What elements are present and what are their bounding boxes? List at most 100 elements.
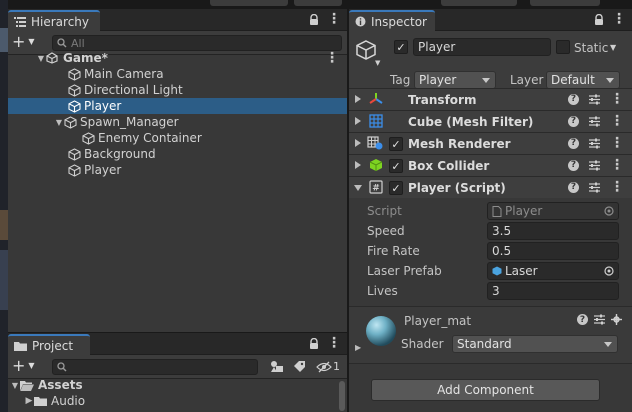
presets-icon[interactable] bbox=[589, 160, 600, 171]
presets-icon[interactable] bbox=[594, 314, 605, 325]
material-sphere-preview[interactable] bbox=[365, 315, 397, 347]
hidden-count: 1 bbox=[333, 360, 340, 373]
plus-icon: + bbox=[12, 356, 26, 375]
plus-icon: + bbox=[12, 32, 26, 51]
gameobject-cube-icon bbox=[82, 131, 95, 145]
tag-dropdown[interactable]: Player bbox=[414, 71, 496, 89]
help-icon[interactable]: ? bbox=[568, 181, 579, 193]
collapse-arrow-icon[interactable]: ▶ bbox=[24, 396, 34, 406]
gear-icon[interactable] bbox=[611, 314, 622, 325]
layer-dropdown[interactable]: Default bbox=[546, 71, 620, 89]
project-tab[interactable]: Project bbox=[8, 334, 90, 355]
box-collider-enabled-checkbox[interactable]: ✓ bbox=[389, 159, 403, 173]
help-icon[interactable]: ? bbox=[568, 115, 579, 127]
chevron-down-icon bbox=[604, 342, 612, 347]
icon-dropdown-caret[interactable]: ▼ bbox=[375, 59, 380, 67]
search-placeholder: All bbox=[71, 36, 85, 50]
gameobject-cube-icon bbox=[68, 67, 81, 81]
more-options-icon[interactable]: ⋮ bbox=[610, 180, 624, 194]
expand-arrow-icon[interactable]: ▼ bbox=[10, 381, 20, 390]
help-icon[interactable]: ? bbox=[568, 93, 579, 105]
project-item-audio[interactable]: ▶ Audio bbox=[8, 393, 347, 409]
hierarchy-search-input[interactable]: All bbox=[52, 35, 342, 51]
filter-by-label-icon[interactable] bbox=[293, 360, 306, 373]
more-options-icon[interactable]: ⋮ bbox=[610, 158, 624, 172]
hidden-packages-toggle[interactable]: 1 bbox=[316, 360, 340, 373]
lock-icon[interactable] bbox=[309, 337, 319, 349]
presets-icon[interactable] bbox=[589, 182, 600, 193]
hierarchy-item-spawn-manager[interactable]: ▼ Spawn_Manager bbox=[8, 114, 347, 130]
collapse-arrow-icon[interactable] bbox=[355, 161, 361, 169]
hierarchy-tab[interactable]: Hierarchy bbox=[8, 10, 100, 31]
hierarchy-scene-row[interactable]: ▼ Game* ⋮ bbox=[8, 50, 347, 66]
more-options-icon[interactable]: ⋮ bbox=[610, 92, 624, 106]
more-options-icon[interactable]: ⋮ bbox=[612, 12, 626, 26]
hierarchy-item-player[interactable]: Player bbox=[8, 162, 347, 178]
object-picker-icon[interactable] bbox=[604, 266, 614, 276]
component-transform[interactable]: Transform ? ⋮ bbox=[349, 88, 632, 110]
active-checkbox[interactable]: ✓ bbox=[394, 40, 408, 54]
help-icon[interactable]: ? bbox=[568, 137, 579, 149]
tag-value: Player bbox=[419, 73, 457, 87]
hierarchy-item-directional-light[interactable]: Directional Light bbox=[8, 82, 347, 98]
static-label[interactable]: Static bbox=[574, 41, 608, 55]
fire-rate-field[interactable]: 0.5 bbox=[487, 242, 619, 260]
object-name-field[interactable]: Player bbox=[413, 38, 551, 56]
collapse-arrow-icon[interactable] bbox=[355, 139, 361, 147]
laser-prefab-value: Laser bbox=[505, 264, 538, 278]
speed-field[interactable]: 3.5 bbox=[487, 222, 619, 240]
gameobject-cube-icon[interactable] bbox=[355, 39, 377, 61]
help-icon[interactable]: ? bbox=[577, 314, 588, 325]
add-component-button[interactable]: Add Component bbox=[371, 379, 600, 401]
more-options-icon[interactable]: ⋮ bbox=[327, 336, 341, 350]
component-mesh-filter[interactable]: Cube (Mesh Filter) ? ⋮ bbox=[349, 110, 632, 132]
scene-options-icon[interactable]: ⋮ bbox=[325, 51, 339, 65]
create-dropdown-button[interactable]: + ▼ bbox=[12, 358, 35, 374]
expand-arrow-icon[interactable] bbox=[354, 185, 362, 191]
component-mesh-renderer[interactable]: ✓ Mesh Renderer ? ⋮ bbox=[349, 132, 632, 154]
inspector-tab[interactable]: Inspector bbox=[349, 10, 435, 31]
presets-icon[interactable] bbox=[589, 94, 600, 105]
lives-field[interactable]: 3 bbox=[487, 282, 619, 300]
lock-icon[interactable] bbox=[309, 13, 319, 25]
filter-by-type-icon[interactable] bbox=[270, 360, 284, 373]
info-icon bbox=[355, 16, 366, 27]
static-checkbox[interactable] bbox=[556, 40, 570, 54]
script-reference-field[interactable]: Player bbox=[487, 202, 619, 220]
lock-icon[interactable] bbox=[594, 13, 604, 25]
component-box-collider[interactable]: ✓ Box Collider ? ⋮ bbox=[349, 154, 632, 176]
laser-prefab-field[interactable]: Laser bbox=[487, 262, 619, 280]
collapse-arrow-icon[interactable] bbox=[355, 95, 361, 103]
hierarchy-item-enemy-container[interactable]: Enemy Container bbox=[8, 130, 347, 146]
project-scrollbar[interactable] bbox=[339, 381, 345, 411]
gameobject-cube-icon bbox=[68, 147, 81, 161]
expand-arrow-icon[interactable]: ▼ bbox=[54, 118, 64, 127]
presets-icon[interactable] bbox=[589, 116, 600, 127]
component-player-script[interactable]: # ✓ Player (Script) ? ⋮ bbox=[349, 176, 632, 198]
project-item-assets[interactable]: ▼ Assets bbox=[8, 377, 347, 393]
collapse-arrow-icon[interactable] bbox=[355, 117, 361, 125]
svg-text:#: # bbox=[372, 184, 380, 194]
scene-name: Game* bbox=[63, 51, 108, 65]
hierarchy-item-main-camera[interactable]: Main Camera bbox=[8, 66, 347, 82]
project-search-input[interactable] bbox=[52, 359, 258, 375]
object-picker-icon[interactable] bbox=[604, 206, 614, 216]
create-dropdown-button[interactable]: + ▼ bbox=[12, 34, 35, 50]
folder-label: Audio bbox=[51, 394, 86, 408]
presets-icon[interactable] bbox=[589, 138, 600, 149]
help-icon[interactable]: ? bbox=[568, 159, 579, 171]
script-enabled-checkbox[interactable]: ✓ bbox=[389, 181, 403, 195]
hierarchy-item-player-selected[interactable]: Player bbox=[8, 98, 347, 114]
more-options-icon[interactable]: ⋮ bbox=[610, 114, 624, 128]
collapse-arrow-icon[interactable]: ▶ bbox=[355, 343, 361, 352]
shader-dropdown[interactable]: Standard bbox=[452, 335, 618, 353]
expand-arrow-icon[interactable]: ▼ bbox=[36, 54, 46, 63]
add-component-label: Add Component bbox=[437, 383, 534, 397]
more-options-icon[interactable]: ⋮ bbox=[327, 12, 341, 26]
gameobject-cube-icon bbox=[68, 163, 81, 177]
static-dropdown-caret[interactable]: ▼ bbox=[610, 43, 616, 52]
mesh-renderer-enabled-checkbox[interactable]: ✓ bbox=[389, 137, 403, 151]
hierarchy-item-background[interactable]: Background bbox=[8, 146, 347, 162]
more-options-icon[interactable]: ⋮ bbox=[610, 136, 624, 150]
project-panel: Project ⋮ + ▼ 1 ▼ Assets ▶ Audio bbox=[8, 333, 347, 412]
